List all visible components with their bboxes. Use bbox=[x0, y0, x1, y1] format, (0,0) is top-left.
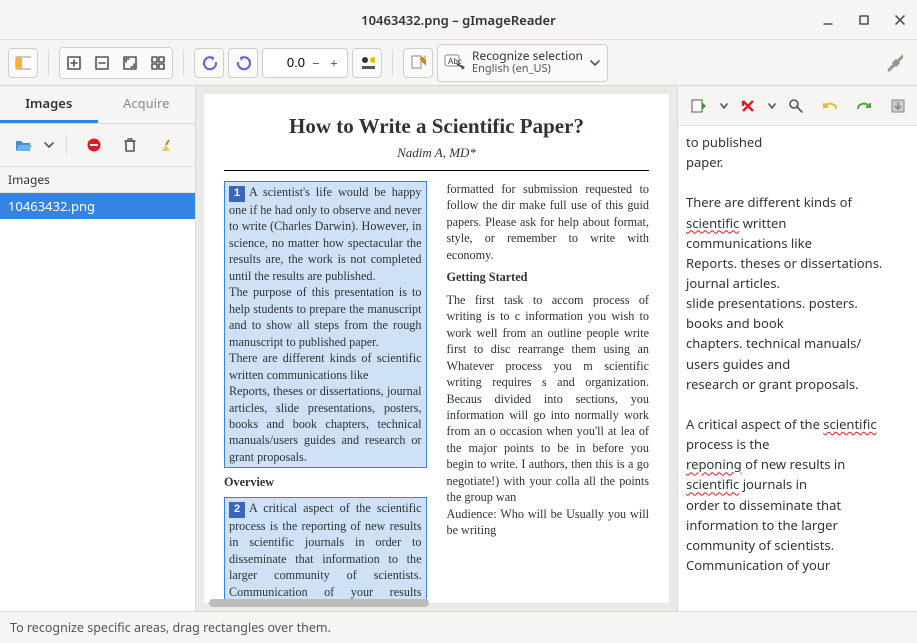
chevron-down-icon[interactable] bbox=[720, 102, 728, 110]
col2-para-a: formatted for submission requested to fo… bbox=[447, 181, 650, 263]
scrollbar-thumb[interactable] bbox=[209, 599, 429, 607]
remove-button[interactable] bbox=[79, 130, 109, 160]
output-pane: to published paper. There are different … bbox=[677, 86, 917, 611]
main-area: Images Acquire Images 10463432.png How t… bbox=[0, 86, 917, 611]
find-replace-button[interactable] bbox=[782, 91, 810, 121]
separator bbox=[66, 135, 67, 155]
col2-para-b: The first task to accom process of writi… bbox=[447, 292, 650, 539]
selection-1-text: A scientist's life would be happy one if… bbox=[229, 185, 422, 464]
output-line: A critical aspect of the scientific bbox=[686, 414, 909, 434]
window-controls bbox=[817, 9, 911, 31]
output-line: research or grant proposals. bbox=[686, 374, 909, 394]
output-line: scientific written bbox=[686, 213, 909, 233]
chevron-down-icon[interactable] bbox=[44, 140, 54, 150]
output-line: Communication of your bbox=[686, 555, 909, 575]
strip-linebreaks-button[interactable] bbox=[734, 91, 762, 121]
output-text[interactable]: to published paper. There are different … bbox=[678, 126, 917, 611]
selection-1[interactable]: 1A scientist's life would be happy one i… bbox=[224, 181, 427, 469]
doc-rule bbox=[224, 170, 649, 171]
selection-2-text: A critical aspect of the scientific proc… bbox=[229, 501, 422, 603]
window-title: 10463432.png – gImageReader bbox=[361, 11, 556, 29]
toggle-output-pane-button[interactable] bbox=[8, 48, 38, 78]
output-line: Reports. theses or dissertations. bbox=[686, 253, 909, 273]
rotate-right-button[interactable] bbox=[228, 48, 258, 78]
chevron-down-icon[interactable] bbox=[768, 102, 776, 110]
file-list[interactable]: 10463432.png bbox=[0, 193, 195, 611]
close-button[interactable] bbox=[889, 9, 911, 31]
output-line: slide presentations. posters. bbox=[686, 293, 909, 313]
output-line: chapters. technical manuals/ bbox=[686, 333, 909, 353]
output-line: community of scientists. bbox=[686, 535, 909, 555]
spin-plus[interactable]: + bbox=[325, 54, 343, 72]
zoom-original-button[interactable] bbox=[144, 48, 172, 78]
column-right: formatted for submission requested to fo… bbox=[447, 181, 650, 603]
output-line: books and book bbox=[686, 313, 909, 333]
horizontal-scrollbar[interactable] bbox=[204, 599, 669, 609]
output-line: communications like bbox=[686, 233, 909, 253]
doc-title: How to Write a Scientific Paper? bbox=[224, 112, 649, 140]
file-item[interactable]: 10463432.png bbox=[0, 193, 195, 219]
output-line: information to the larger bbox=[686, 515, 909, 535]
image-viewer[interactable]: How to Write a Scientific Paper? Nadim A… bbox=[196, 86, 677, 611]
selection-2[interactable]: 2A critical aspect of the scientific pro… bbox=[224, 497, 427, 603]
language-icon: Abc bbox=[444, 52, 466, 74]
output-toolbar bbox=[678, 86, 917, 126]
getting-started-heading: Getting Started bbox=[447, 269, 650, 285]
sources-pane: Images Acquire Images 10463432.png bbox=[0, 86, 196, 611]
clear-button[interactable] bbox=[151, 130, 181, 160]
titlebar: 10463432.png – gImageReader bbox=[0, 0, 917, 40]
separator bbox=[183, 50, 184, 76]
recognize-dropdown[interactable]: Abc Recognize selection English (en_US) bbox=[437, 44, 608, 82]
tab-acquire[interactable]: Acquire bbox=[98, 86, 196, 123]
output-line: reponing of new results in bbox=[686, 454, 909, 474]
zoom-group bbox=[59, 47, 173, 79]
minimize-button[interactable] bbox=[817, 9, 839, 31]
main-toolbar: − + Abc Recognize selection English (en_… bbox=[0, 40, 917, 86]
output-line: There are different kinds of bbox=[686, 192, 909, 212]
status-text: To recognize specific areas, drag rectan… bbox=[10, 619, 331, 636]
chevron-down-icon bbox=[589, 57, 601, 69]
zoom-in-button[interactable] bbox=[60, 48, 88, 78]
separator bbox=[392, 50, 393, 76]
output-line: process is the bbox=[686, 434, 909, 454]
sources-toolbar bbox=[0, 124, 195, 166]
rotation-input[interactable] bbox=[267, 54, 307, 71]
output-line: to published bbox=[686, 132, 909, 152]
columns: 1A scientist's life would be happy one i… bbox=[224, 181, 649, 603]
selection-2-badge: 2 bbox=[229, 502, 245, 518]
recognize-line2: English (en_US) bbox=[472, 63, 583, 76]
output-line: scientific journals in bbox=[686, 474, 909, 494]
overview-heading: Overview bbox=[224, 474, 427, 490]
images-heading: Images bbox=[0, 166, 195, 193]
output-line: journal articles. bbox=[686, 273, 909, 293]
zoom-out-button[interactable] bbox=[88, 48, 116, 78]
maximize-button[interactable] bbox=[853, 9, 875, 31]
delete-button[interactable] bbox=[115, 130, 145, 160]
undo-button[interactable] bbox=[816, 91, 844, 121]
page-controls-button[interactable] bbox=[352, 48, 382, 78]
output-line: users guides and bbox=[686, 354, 909, 374]
rotate-left-button[interactable] bbox=[194, 48, 224, 78]
autodetect-button[interactable] bbox=[403, 48, 433, 78]
open-button[interactable] bbox=[8, 130, 38, 160]
column-left: 1A scientist's life would be happy one i… bbox=[224, 181, 427, 603]
rotation-spin[interactable]: − + bbox=[262, 48, 348, 78]
insert-mode-button[interactable] bbox=[684, 91, 714, 121]
redo-button[interactable] bbox=[850, 91, 878, 121]
output-line: paper. bbox=[686, 152, 909, 172]
save-output-button[interactable] bbox=[884, 91, 912, 121]
tab-images[interactable]: Images bbox=[0, 86, 98, 123]
selection-1-badge: 1 bbox=[229, 186, 245, 202]
preferences-button[interactable] bbox=[879, 48, 909, 78]
doc-author: Nadim A, MD* bbox=[224, 144, 649, 162]
zoom-fit-button[interactable] bbox=[116, 48, 144, 78]
document-page: How to Write a Scientific Paper? Nadim A… bbox=[204, 94, 669, 603]
separator bbox=[48, 50, 49, 76]
output-line: order to disseminate that bbox=[686, 495, 909, 515]
spin-minus[interactable]: − bbox=[307, 54, 325, 72]
recognize-label: Recognize selection English (en_US) bbox=[472, 49, 583, 75]
source-tabs: Images Acquire bbox=[0, 86, 195, 124]
statusbar: To recognize specific areas, drag rectan… bbox=[0, 611, 917, 643]
